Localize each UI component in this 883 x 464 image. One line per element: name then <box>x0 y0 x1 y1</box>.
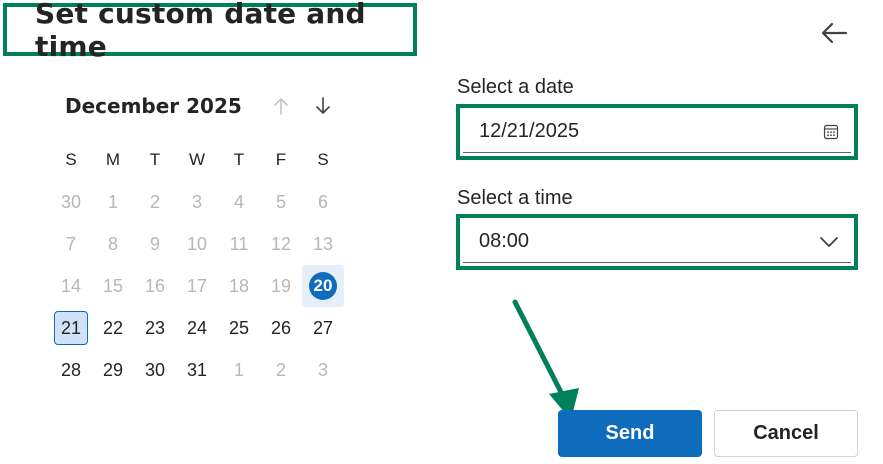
calendar-day[interactable]: 5 <box>260 181 302 223</box>
calendar-grid: S M T W T F S 30 1 2 3 4 5 6 7 8 9 10 11 12 13 14 15 16 17 18 19 20… <box>50 139 344 391</box>
calendar-day[interactable]: 8 <box>92 223 134 265</box>
date-field-label: Select a date <box>457 76 574 98</box>
calendar-day[interactable]: 18 <box>218 265 260 307</box>
calendar-day[interactable]: 25 <box>218 307 260 349</box>
calendar-day[interactable]: 17 <box>176 265 218 307</box>
calendar-day[interactable]: 30 <box>50 181 92 223</box>
calendar-day[interactable]: 6 <box>302 181 344 223</box>
calendar-day-today[interactable]: 20 <box>302 265 344 307</box>
chevron-down-icon <box>820 236 838 247</box>
calendar-day[interactable]: 24 <box>176 307 218 349</box>
weekday-header: W <box>188 150 206 169</box>
calendar-day[interactable]: 14 <box>50 265 92 307</box>
weekday-header: M <box>105 150 121 169</box>
calendar-day[interactable]: 2 <box>260 349 302 391</box>
weekday-header: T <box>233 150 245 169</box>
calendar-day[interactable]: 12 <box>260 223 302 265</box>
calendar-day[interactable]: 28 <box>50 349 92 391</box>
weekday-header: F <box>275 150 287 169</box>
arrow-left-icon <box>821 22 848 44</box>
calendar-day[interactable]: 2 <box>134 181 176 223</box>
weekday-header: S <box>65 150 77 169</box>
calendar-day[interactable]: 27 <box>302 307 344 349</box>
calendar-month-label: December 2025 <box>65 94 242 118</box>
calendar-day[interactable]: 3 <box>302 349 344 391</box>
calendar-day[interactable]: 16 <box>134 265 176 307</box>
calendar-day[interactable]: 26 <box>260 307 302 349</box>
dialog-title: Set custom date and time <box>35 0 366 63</box>
time-select-value: 08:00 <box>479 230 530 252</box>
weekday-header: S <box>317 150 329 169</box>
calendar-day[interactable]: 1 <box>92 181 134 223</box>
title-highlight: Set custom date and time <box>3 0 417 63</box>
calendar-day[interactable]: 13 <box>302 223 344 265</box>
date-input[interactable]: 12/21/2025 <box>463 111 851 153</box>
calendar-day[interactable]: 3 <box>176 181 218 223</box>
calendar-day-selected[interactable]: 21 <box>50 307 92 349</box>
calendar-icon-button[interactable] <box>823 124 839 140</box>
cancel-button[interactable]: Cancel <box>714 410 858 457</box>
calendar-day[interactable]: 11 <box>218 223 260 265</box>
selected-day-marker: 21 <box>54 311 88 345</box>
calendar-day[interactable]: 23 <box>134 307 176 349</box>
calendar-day[interactable]: 30 <box>134 349 176 391</box>
calendar-day[interactable]: 29 <box>92 349 134 391</box>
time-field-highlight: 08:00 <box>456 214 858 270</box>
back-button[interactable] <box>814 15 854 51</box>
calendar-day[interactable]: 31 <box>176 349 218 391</box>
calendar-icon <box>823 124 839 139</box>
weekday-header: T <box>149 150 161 169</box>
calendar-day[interactable]: 19 <box>260 265 302 307</box>
next-month-button[interactable] <box>310 94 336 118</box>
arrow-down-icon <box>316 97 330 114</box>
today-marker: 20 <box>309 272 337 300</box>
date-input-value: 12/21/2025 <box>479 120 580 142</box>
previous-month-button[interactable] <box>268 94 294 118</box>
arrow-up-icon <box>274 98 288 115</box>
send-button[interactable]: Send <box>558 410 702 457</box>
calendar-day[interactable]: 4 <box>218 181 260 223</box>
annotation-arrow-icon <box>512 299 579 420</box>
date-field-highlight: 12/21/2025 <box>456 104 858 160</box>
time-select[interactable]: 08:00 <box>463 221 851 263</box>
time-field-label: Select a time <box>457 187 573 209</box>
calendar-day[interactable]: 1 <box>218 349 260 391</box>
calendar-day[interactable]: 9 <box>134 223 176 265</box>
calendar-day[interactable]: 10 <box>176 223 218 265</box>
calendar-day[interactable]: 7 <box>50 223 92 265</box>
time-dropdown-toggle[interactable] <box>819 236 839 248</box>
calendar-day[interactable]: 22 <box>92 307 134 349</box>
calendar-day[interactable]: 15 <box>92 265 134 307</box>
